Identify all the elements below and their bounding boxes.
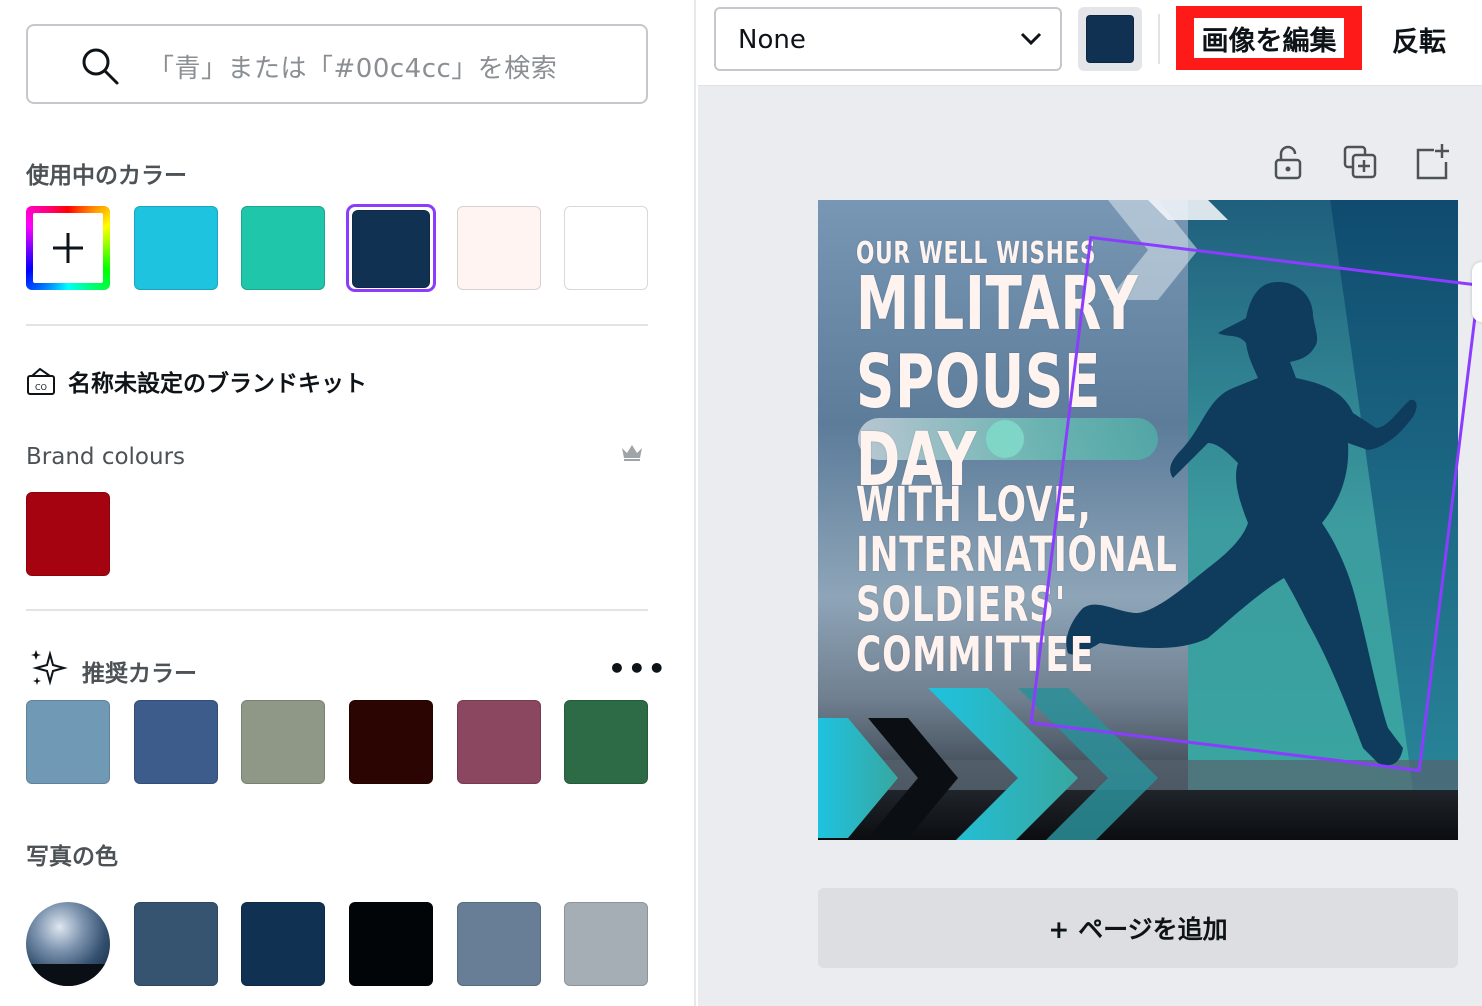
edit-image-highlight: 画像を編集: [1176, 6, 1362, 70]
search-icon: [82, 48, 119, 85]
suggested-color-swatch[interactable]: [349, 700, 433, 784]
svg-text:CO: CO: [35, 383, 47, 392]
pill-dot: [986, 420, 1024, 458]
add-color-button[interactable]: [26, 206, 110, 290]
toolbar-divider: [1158, 14, 1160, 64]
search-placeholder: 「青」または「#00c4cc」を検索: [148, 54, 558, 84]
suggested-color-swatch[interactable]: [564, 700, 648, 784]
suggested-color-swatch[interactable]: [26, 700, 110, 784]
photo-color-swatch[interactable]: [241, 902, 325, 986]
brand-kit-title: 名称未設定のブランドキット: [68, 371, 367, 397]
context-toolbar: None 画像を編集 反転: [698, 0, 1482, 86]
filter-select[interactable]: None: [714, 7, 1062, 71]
app-root: 「青」または「#00c4cc」を検索 使用中のカラー CO 名称未設定のブランド…: [0, 0, 1482, 1006]
color-swatch-in-use[interactable]: [457, 206, 541, 290]
suggested-colors-title: 推奨カラー: [82, 661, 197, 687]
rotate-handle[interactable]: [1472, 262, 1482, 322]
divider: [26, 324, 648, 326]
brand-kit-icon: CO: [27, 367, 55, 395]
add-page-button[interactable]: + ページを追加: [818, 888, 1458, 968]
photo-color-swatch[interactable]: [457, 902, 541, 986]
add-page-icon[interactable]: [1412, 142, 1452, 182]
lock-icon[interactable]: [1268, 142, 1308, 182]
divider: [26, 609, 648, 611]
design-text-line3[interactable]: SPOUSE: [856, 342, 1101, 422]
duplicate-icon[interactable]: [1340, 142, 1380, 182]
suggested-color-swatch[interactable]: [134, 700, 218, 784]
filter-select-value: None: [738, 25, 806, 55]
selection-box[interactable]: [1029, 235, 1481, 773]
photo-color-swatch[interactable]: [349, 902, 433, 986]
current-color-chip: [1086, 15, 1134, 63]
photo-color-swatch[interactable]: [564, 902, 648, 986]
crown-icon: [622, 445, 642, 461]
more-options-button[interactable]: •••: [608, 652, 668, 685]
brand-colours-title: Brand colours: [26, 444, 186, 470]
photo-thumbnail[interactable]: [26, 902, 110, 986]
sparkle-icon: [31, 650, 68, 686]
design-text-line7[interactable]: SOLDIERS': [856, 580, 1066, 630]
brand-color-swatch[interactable]: [26, 492, 110, 576]
color-swatch-in-use-selected[interactable]: [352, 210, 430, 288]
color-swatch-in-use[interactable]: [564, 206, 648, 290]
suggested-color-swatch[interactable]: [241, 700, 325, 784]
in-use-colors-title: 使用中のカラー: [26, 163, 187, 189]
photo-colors-title: 写真の色: [26, 844, 118, 870]
color-swatch-in-use[interactable]: [134, 206, 218, 290]
photo-horizon: [26, 964, 110, 986]
brand-kit-header[interactable]: CO 名称未設定のブランドキット: [26, 364, 367, 398]
color-search-field[interactable]: 「青」または「#00c4cc」を検索: [26, 24, 648, 104]
suggested-color-swatch[interactable]: [457, 700, 541, 784]
plus-icon: [53, 233, 83, 263]
edit-image-button[interactable]: 画像を編集: [1194, 18, 1344, 58]
color-picker-button[interactable]: [1078, 7, 1142, 71]
color-swatch-in-use[interactable]: [241, 206, 325, 290]
flip-button[interactable]: 反転: [1392, 20, 1446, 59]
photo-color-swatch[interactable]: [134, 902, 218, 986]
color-panel: 「青」または「#00c4cc」を検索 使用中のカラー CO 名称未設定のブランド…: [0, 0, 696, 1006]
chevron-down-icon: [1020, 32, 1042, 46]
